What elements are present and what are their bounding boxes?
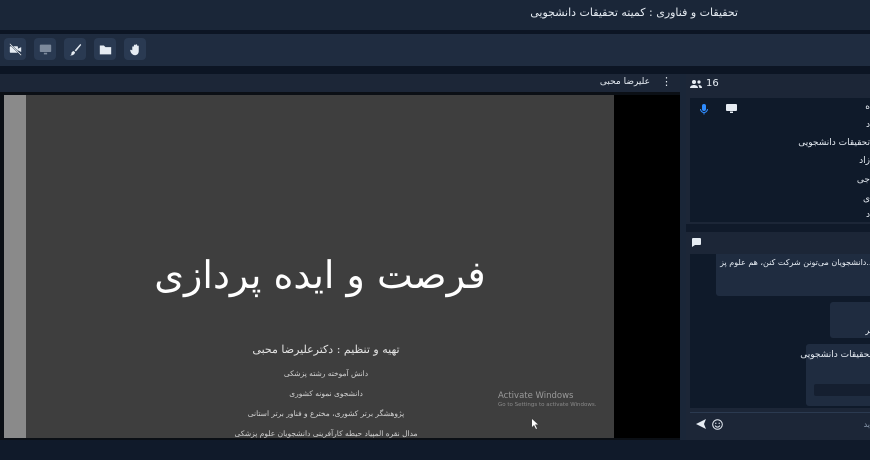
- hand-icon: [129, 43, 139, 55]
- chat-messages: دانشجویان می‌تونن شرکت کنن، هم علوم پز..…: [690, 254, 870, 408]
- brush-icon: [69, 43, 81, 55]
- chat-panel: دانشجویان می‌تونن شرکت کنن، هم علوم پز..…: [686, 232, 870, 440]
- chat-message-text: ير: [865, 326, 870, 335]
- users-icon: [690, 80, 702, 88]
- folder-icon: [99, 44, 111, 54]
- chat-message: ير: [830, 302, 870, 338]
- room-title: تحقیقات و فناوری : کمیته تحقیقات دانشجوی…: [530, 6, 738, 19]
- chat-message: تحقیقات دانشجویی: [800, 344, 870, 406]
- slide-line: پژوهشگر برتر کشوری، مخترع و فناور برتر ا…: [247, 409, 405, 418]
- chat-input-bar: يد: [690, 412, 870, 437]
- slide-side-strip: [4, 95, 26, 438]
- users-list: ه د تحقیقات دانشجویی زاد جی ی د: [690, 98, 870, 222]
- share-file-button[interactable]: [94, 38, 116, 60]
- slide-black-area: [614, 95, 680, 438]
- chat-message: دانشجویان می‌تونن شرکت کنن، هم علوم پز..…: [716, 254, 870, 296]
- top-bar: تحقیقات و فناوری : کمیته تحقیقات دانشجوی…: [0, 0, 870, 30]
- slide-line: مدال نقره المپیاد حیطه کارآفرینی دانشجوی…: [234, 429, 418, 438]
- emoji-icon[interactable]: [712, 419, 723, 430]
- users-panel: 16 ه د تحقیقات دانشجویی زاد جی ی د: [686, 74, 870, 224]
- camera-off-button[interactable]: [4, 38, 26, 60]
- send-icon[interactable]: [696, 419, 706, 429]
- raise-hand-button[interactable]: [124, 38, 146, 60]
- user-item[interactable]: جی: [857, 175, 870, 185]
- presentation-stage: علیرضا محبی ⋮ فرصت و ایده پردازی تهیه و …: [0, 74, 680, 440]
- activation-watermark-title: Activate Windows: [498, 391, 574, 401]
- chat-header: [686, 232, 870, 252]
- microphone-icon[interactable]: [700, 104, 708, 115]
- user-item[interactable]: زاد: [859, 156, 870, 166]
- divider: [686, 224, 870, 232]
- chat-icon: [692, 238, 701, 247]
- presenter-name: علیرضا محبی: [599, 77, 650, 87]
- bottom-bar: [0, 440, 870, 460]
- user-item[interactable]: ه: [865, 102, 870, 112]
- user-item[interactable]: د: [866, 120, 870, 130]
- camera-off-icon: [8, 42, 22, 56]
- slide-line: دانشجوی نمونه کشوری: [289, 389, 363, 398]
- divider: [0, 66, 870, 74]
- slide-subtitle: تهیه و تنظیم : دکترعلیرضا محبی: [252, 343, 400, 356]
- monitor-icon: [39, 44, 51, 54]
- slide-line: دانش آموخته رشته پزشکی: [283, 369, 369, 378]
- share-screen-button[interactable]: [34, 38, 56, 60]
- users-header: 16: [686, 74, 870, 94]
- more-options-icon[interactable]: ⋮: [661, 75, 672, 88]
- chat-message-sender: تحقیقات دانشجویی: [800, 350, 870, 360]
- user-item[interactable]: ی: [863, 194, 870, 204]
- screen-share-icon[interactable]: [726, 104, 737, 114]
- mouse-cursor-icon: [532, 419, 538, 429]
- user-item[interactable]: تحقیقات دانشجویی: [798, 138, 870, 148]
- slide-title: فرصت و ایده پردازی: [154, 253, 486, 297]
- slide: فرصت و ایده پردازی تهیه و تنظیم : دکترعل…: [26, 95, 614, 438]
- user-item[interactable]: د: [866, 210, 870, 220]
- whiteboard-button[interactable]: [64, 38, 86, 60]
- chat-input-placeholder[interactable]: يد: [864, 420, 870, 429]
- chat-message-text: دانشجویان می‌تونن شرکت کنن، هم علوم پز..…: [720, 258, 870, 267]
- stage-header: علیرضا محبی ⋮: [0, 74, 680, 92]
- chat-message-text: [814, 384, 870, 396]
- activation-watermark-text: Go to Settings to activate Windows.: [498, 402, 597, 408]
- users-count: 16: [706, 78, 719, 89]
